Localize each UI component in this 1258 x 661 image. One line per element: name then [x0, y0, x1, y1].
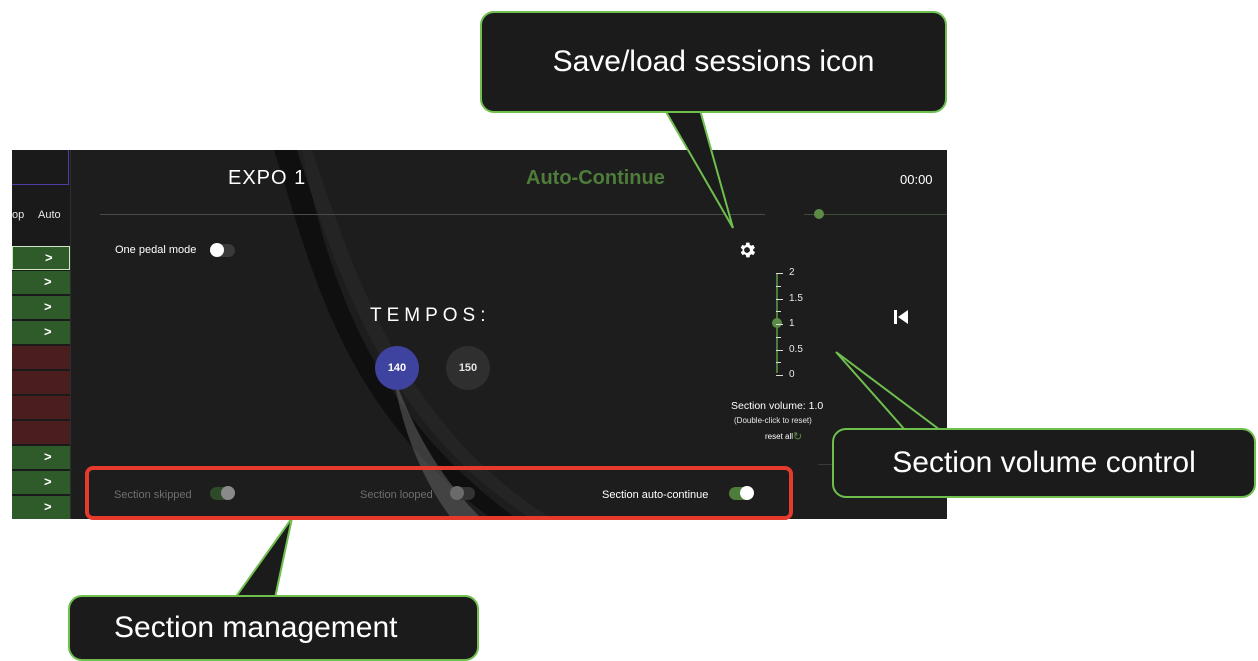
callout-save-load-text: Save/load sessions icon [552, 45, 875, 78]
callout-save-load: Save/load sessions icon [480, 11, 947, 113]
callout-section-management: Section management [68, 595, 479, 661]
section-management-highlight [85, 466, 793, 520]
callout-volume-control-text: Section volume control [892, 446, 1196, 479]
callout-volume-control: Section volume control [832, 428, 1256, 498]
callout-section-management-text: Section management [114, 611, 398, 644]
